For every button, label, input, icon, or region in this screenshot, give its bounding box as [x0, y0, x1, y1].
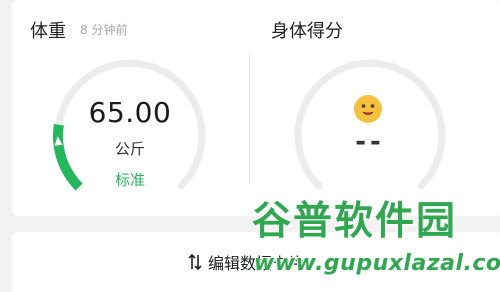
measure-timestamp: 8 分钟前 — [80, 23, 128, 37]
body-score-value: -- — [355, 127, 385, 157]
body-score-gauge — [294, 59, 446, 190]
watermark-title: 谷普软件园 — [252, 199, 458, 244]
weight-unit: 公斤 — [114, 140, 145, 158]
weight-status: 标准 — [114, 171, 145, 189]
watermark: 谷普软件园 www.gupuxlazal.com — [250, 196, 500, 283]
weight-title: 体重 — [30, 21, 66, 42]
panel-divider — [249, 52, 250, 184]
body-score-title: 身体得分 — [271, 21, 343, 42]
score-gauge-track — [294, 59, 446, 190]
smiley-face-icon — [354, 95, 382, 123]
weight-value: 65.00 — [88, 96, 172, 129]
sort-arrows-icon — [188, 253, 202, 271]
watermark-url: www.gupuxlazal.com — [254, 251, 500, 276]
